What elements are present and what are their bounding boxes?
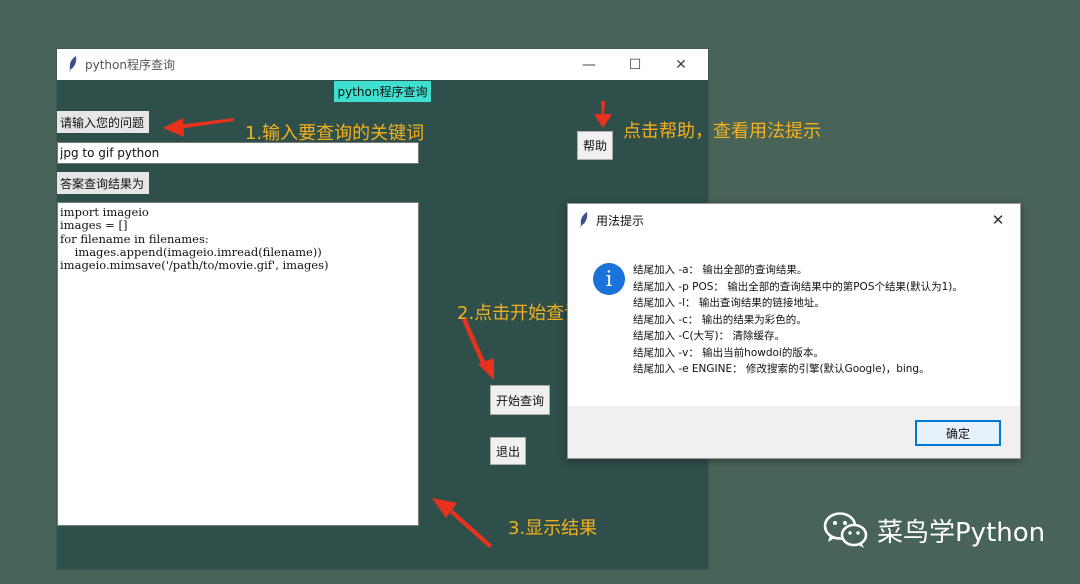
prompt-label: 请输入您的问题 [57, 111, 149, 133]
message-line: 结尾加入 -p POS： 输出全部的查询结果中的第POS个结果(默认为1)。 [633, 280, 963, 293]
dialog-title: 用法提示 [596, 214, 645, 228]
message-line: 结尾加入 -v： 输出当前howdoi的版本。 [633, 346, 824, 359]
usage-dialog: 用法提示 ✕ i 结尾加入 -a： 输出全部的查询结果。 结尾加入 -p POS… [567, 203, 1021, 459]
annotation-help-hint: 点击帮助，查看用法提示 [623, 121, 821, 142]
dialog-close-button[interactable]: ✕ [976, 204, 1020, 235]
answer-label: 答案查询结果为 [57, 172, 149, 194]
result-line: imageio.mimsave('/path/to/movie.gif', im… [60, 258, 329, 273]
annotation-step2: 2.点击开始查询 [457, 303, 583, 324]
annotation-step3: 3.显示结果 [508, 518, 598, 539]
message-line: 结尾加入 -c： 输出的结果为彩色的。 [633, 313, 807, 326]
dialog-message: 结尾加入 -a： 输出全部的查询结果。 结尾加入 -p POS： 输出全部的查询… [633, 262, 963, 378]
result-line: for filename in filenames: [60, 231, 209, 246]
app-header-label: python程序查询 [334, 81, 431, 102]
wechat-icon [823, 512, 868, 548]
window-title: python程序查询 [85, 58, 175, 72]
help-button[interactable]: 帮助 [577, 131, 613, 160]
result-line: images.append(imageio.imread(filename)) [60, 244, 322, 259]
title-bar: python程序查询 — ☐ ✕ [57, 49, 708, 80]
message-line: 结尾加入 -C(大写)： 清除缓存。 [633, 330, 785, 342]
feather-icon [69, 56, 77, 72]
exit-button[interactable]: 退出 [490, 437, 526, 465]
info-icon: i [593, 263, 625, 295]
message-line: 结尾加入 -a： 输出全部的查询结果。 [633, 264, 808, 276]
watermark-text: 菜鸟学Python [877, 517, 1046, 548]
result-line: images = [] [60, 218, 128, 233]
feather-icon [580, 212, 588, 228]
start-query-button[interactable]: 开始查询 [490, 385, 550, 415]
result-line: import imageio [60, 205, 149, 219]
message-line: 结尾加入 -l： 输出查询结果的链接地址。 [633, 297, 825, 309]
message-line: 结尾加入 -e ENGINE： 修改搜索的引擎(默认Google)，bing。 [633, 363, 930, 375]
query-input[interactable] [57, 142, 419, 164]
dialog-footer: 确定 [568, 406, 1020, 458]
maximize-button[interactable]: ☐ [612, 49, 658, 80]
close-button[interactable]: ✕ [658, 49, 704, 80]
watermark: 菜鸟学Python [823, 511, 1045, 549]
result-textarea[interactable]: import imageio images = [] for filename … [57, 202, 419, 526]
ok-button[interactable]: 确定 [915, 420, 1001, 446]
annotation-step1: 1.输入要查询的关键词 [245, 123, 425, 144]
minimize-button[interactable]: — [566, 49, 612, 80]
